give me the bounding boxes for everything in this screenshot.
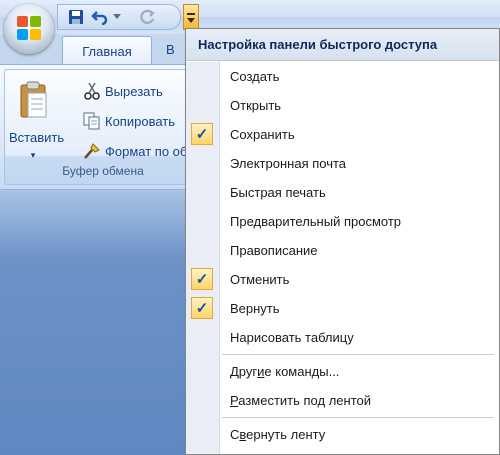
undo-icon[interactable] bbox=[90, 8, 110, 26]
menu-separator bbox=[222, 354, 494, 355]
scissors-icon bbox=[84, 82, 100, 100]
cut-button[interactable]: Вырезать bbox=[83, 80, 201, 102]
menu-item-save[interactable]: ✓ Сохранить bbox=[186, 120, 499, 149]
office-button[interactable] bbox=[4, 4, 54, 54]
menu-item-label: Быстрая печать bbox=[230, 185, 326, 200]
clipboard-group: Вставить ▾ Вырезать Копировать Формат по… bbox=[4, 69, 201, 185]
paste-icon bbox=[20, 81, 47, 118]
paste-label: Вставить bbox=[9, 130, 65, 145]
menu-item-label: Отменить bbox=[230, 272, 290, 287]
checkmark-icon: ✓ bbox=[191, 123, 213, 145]
customize-quick-access-menu: Настройка панели быстрого доступа Создат… bbox=[185, 28, 500, 455]
ribbon-panel: Вставить ▾ Вырезать Копировать Формат по… bbox=[0, 64, 201, 190]
paste-button[interactable]: Вставить ▾ bbox=[9, 76, 65, 164]
menu-item-new[interactable]: Создать bbox=[186, 62, 499, 91]
format-painter-icon bbox=[84, 143, 100, 159]
menu-item-undo[interactable]: ✓ Отменить bbox=[186, 265, 499, 294]
menu-item-label: Открыть bbox=[230, 98, 282, 113]
undo-dropdown-icon[interactable] bbox=[112, 8, 122, 26]
menu-item-label: Создать bbox=[230, 69, 280, 84]
menu-item-label: Сохранить bbox=[230, 127, 295, 142]
menu-item-label: Нарисовать таблицу bbox=[230, 330, 354, 345]
menu-item-label: Другие команды... bbox=[230, 364, 340, 379]
customize-quick-access-button[interactable] bbox=[183, 4, 199, 30]
menu-item-show-below-ribbon[interactable]: Разместить под лентой bbox=[186, 386, 499, 415]
menu-item-quick-print[interactable]: Быстрая печать bbox=[186, 178, 499, 207]
menu-item-open[interactable]: Открыть bbox=[186, 91, 499, 120]
menu-item-label: Разместить под лентой bbox=[230, 393, 371, 408]
tab-insert[interactable]: В bbox=[166, 42, 180, 62]
quick-access-toolbar bbox=[57, 4, 181, 30]
office-logo-icon bbox=[17, 16, 41, 40]
cut-label: Вырезать bbox=[105, 83, 163, 99]
menu-item-print-preview[interactable]: Предварительный просмотр bbox=[186, 207, 499, 236]
menu-item-label: Свернуть ленту bbox=[230, 427, 326, 442]
menu-item-spelling[interactable]: Правописание bbox=[186, 236, 499, 265]
copy-button[interactable]: Копировать bbox=[83, 110, 201, 132]
format-painter-button[interactable]: Формат по образцу bbox=[83, 140, 201, 162]
paste-dropdown-icon[interactable]: ▾ bbox=[28, 150, 38, 161]
menu-item-email[interactable]: Электронная почта bbox=[186, 149, 499, 178]
redo-icon[interactable] bbox=[138, 8, 158, 26]
menu-header: Настройка панели быстрого доступа bbox=[186, 29, 499, 61]
menu-item-label: Вернуть bbox=[230, 301, 280, 316]
menu-item-label: Электронная почта bbox=[230, 156, 347, 171]
copy-icon bbox=[83, 112, 100, 130]
menu-separator bbox=[222, 417, 494, 418]
checkmark-icon: ✓ bbox=[191, 268, 213, 290]
checkmark-icon: ✓ bbox=[191, 297, 213, 319]
save-icon[interactable] bbox=[66, 8, 86, 26]
copy-label: Копировать bbox=[105, 113, 175, 129]
menu-item-label: Предварительный просмотр bbox=[230, 214, 402, 229]
menu-item-draw-table[interactable]: Нарисовать таблицу bbox=[186, 323, 499, 352]
menu-item-label: Правописание bbox=[230, 243, 318, 258]
menu-item-minimize-ribbon[interactable]: Свернуть ленту bbox=[186, 420, 499, 449]
tab-home[interactable]: Главная bbox=[62, 36, 152, 65]
menu-item-more-commands[interactable]: Другие команды... bbox=[186, 357, 499, 386]
clipboard-group-label: Буфер обмена bbox=[62, 164, 144, 178]
menu-item-redo[interactable]: ✓ Вернуть bbox=[186, 294, 499, 323]
